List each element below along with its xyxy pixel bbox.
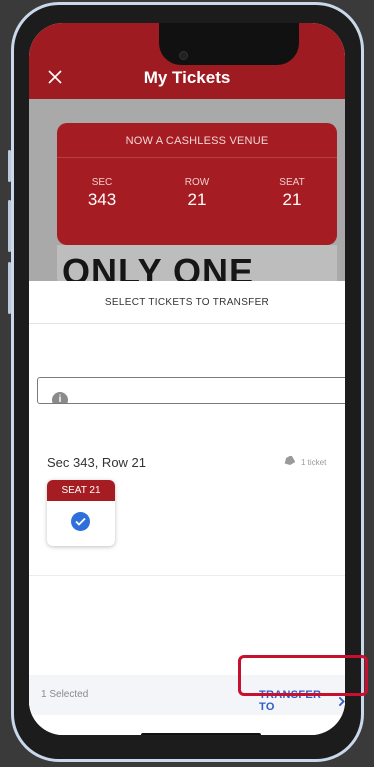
side-button (8, 150, 11, 182)
row-info: ROW 21 (162, 177, 232, 210)
side-button (8, 262, 11, 314)
phone-screen: My Tickets NOW A CASHLESS VENUE SEC 343 … (29, 23, 345, 735)
section-label: Sec 343, Row 21 (47, 455, 147, 470)
sheet-title: SELECT TICKETS TO TRANSFER (104, 297, 270, 308)
checkmark-icon[interactable] (71, 512, 90, 531)
bottom-area (29, 715, 345, 735)
page-title: My Tickets (143, 68, 231, 87)
row-label: ROW (184, 177, 210, 188)
selected-count: 1 Selected (41, 689, 89, 700)
sec-info: SEC 343 (67, 177, 137, 210)
seat-tile-label: SEAT 21 (47, 480, 115, 501)
seat-tile[interactable]: SEAT 21 (47, 480, 115, 546)
seat-label: SEAT (279, 177, 305, 188)
promo-banner: ONLY ONE (57, 245, 337, 285)
divider (29, 323, 345, 324)
ticket-background: NOW A CASHLESS VENUE SEC 343 ROW 21 SEAT… (29, 99, 345, 285)
seat-value: 21 (282, 190, 302, 209)
seat-info: SEAT 21 (257, 177, 327, 210)
divider (57, 157, 337, 158)
home-indicator[interactable] (141, 733, 261, 735)
sec-value: 343 (87, 190, 117, 209)
ticket-card[interactable]: NOW A CASHLESS VENUE SEC 343 ROW 21 SEAT… (57, 123, 337, 245)
row-value: 21 (187, 190, 207, 209)
info-icon: i (52, 392, 68, 403)
venue-notice: NOW A CASHLESS VENUE (125, 135, 269, 147)
info-box: i (37, 377, 345, 404)
chevron-right-icon (338, 696, 345, 706)
divider (29, 575, 345, 576)
transfer-highlight-box (238, 655, 368, 696)
camera (179, 51, 188, 60)
sec-label: SEC (91, 177, 113, 188)
side-button (8, 200, 11, 252)
ticket-count: 1 ticket (301, 458, 327, 467)
ticket-tag-icon (284, 456, 295, 465)
promo-text: ONLY ONE (62, 251, 255, 285)
